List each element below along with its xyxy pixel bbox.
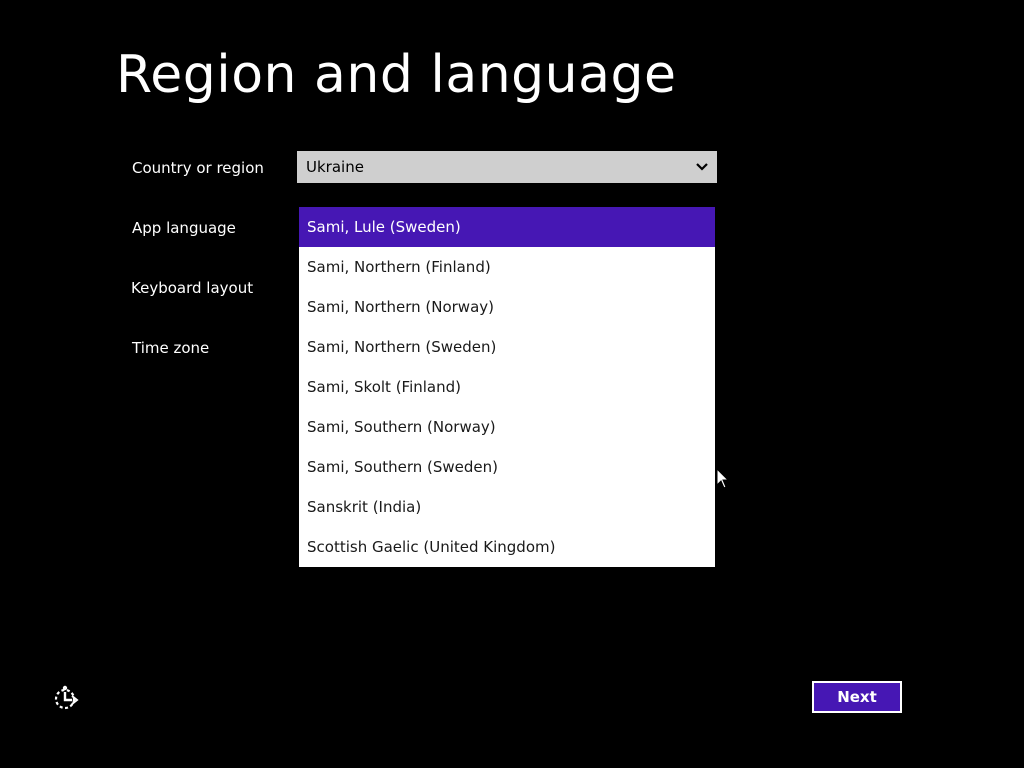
dropdown-option[interactable]: Sami, Northern (Sweden) — [299, 327, 715, 367]
setup-page: Region and language Country or region Ap… — [0, 0, 1024, 768]
country-region-value: Ukraine — [306, 158, 364, 176]
dropdown-option[interactable]: Sami, Northern (Norway) — [299, 287, 715, 327]
country-region-label: Country or region — [132, 159, 264, 177]
next-button[interactable]: Next — [812, 681, 902, 713]
dropdown-option[interactable]: Sanskrit (India) — [299, 487, 715, 527]
app-language-label: App language — [132, 219, 236, 237]
dropdown-option[interactable]: Sami, Southern (Norway) — [299, 407, 715, 447]
app-language-dropdown-list[interactable]: Sami, Lule (Sweden) Sami, Northern (Finl… — [299, 207, 715, 567]
dropdown-option[interactable]: Scottish Gaelic (United Kingdom) — [299, 527, 715, 567]
keyboard-layout-label: Keyboard layout — [131, 279, 254, 297]
chevron-down-icon — [695, 151, 709, 183]
time-zone-label: Time zone — [132, 339, 210, 357]
mouse-cursor-icon — [716, 467, 730, 490]
page-title: Region and language — [116, 45, 677, 105]
dropdown-option[interactable]: Sami, Skolt (Finland) — [299, 367, 715, 407]
ease-of-access-icon[interactable] — [52, 684, 80, 712]
dropdown-option[interactable]: Sami, Northern (Finland) — [299, 247, 715, 287]
dropdown-option-selected[interactable]: Sami, Lule (Sweden) — [299, 207, 715, 247]
country-region-select[interactable]: Ukraine — [297, 151, 717, 183]
dropdown-option[interactable]: Sami, Southern (Sweden) — [299, 447, 715, 487]
